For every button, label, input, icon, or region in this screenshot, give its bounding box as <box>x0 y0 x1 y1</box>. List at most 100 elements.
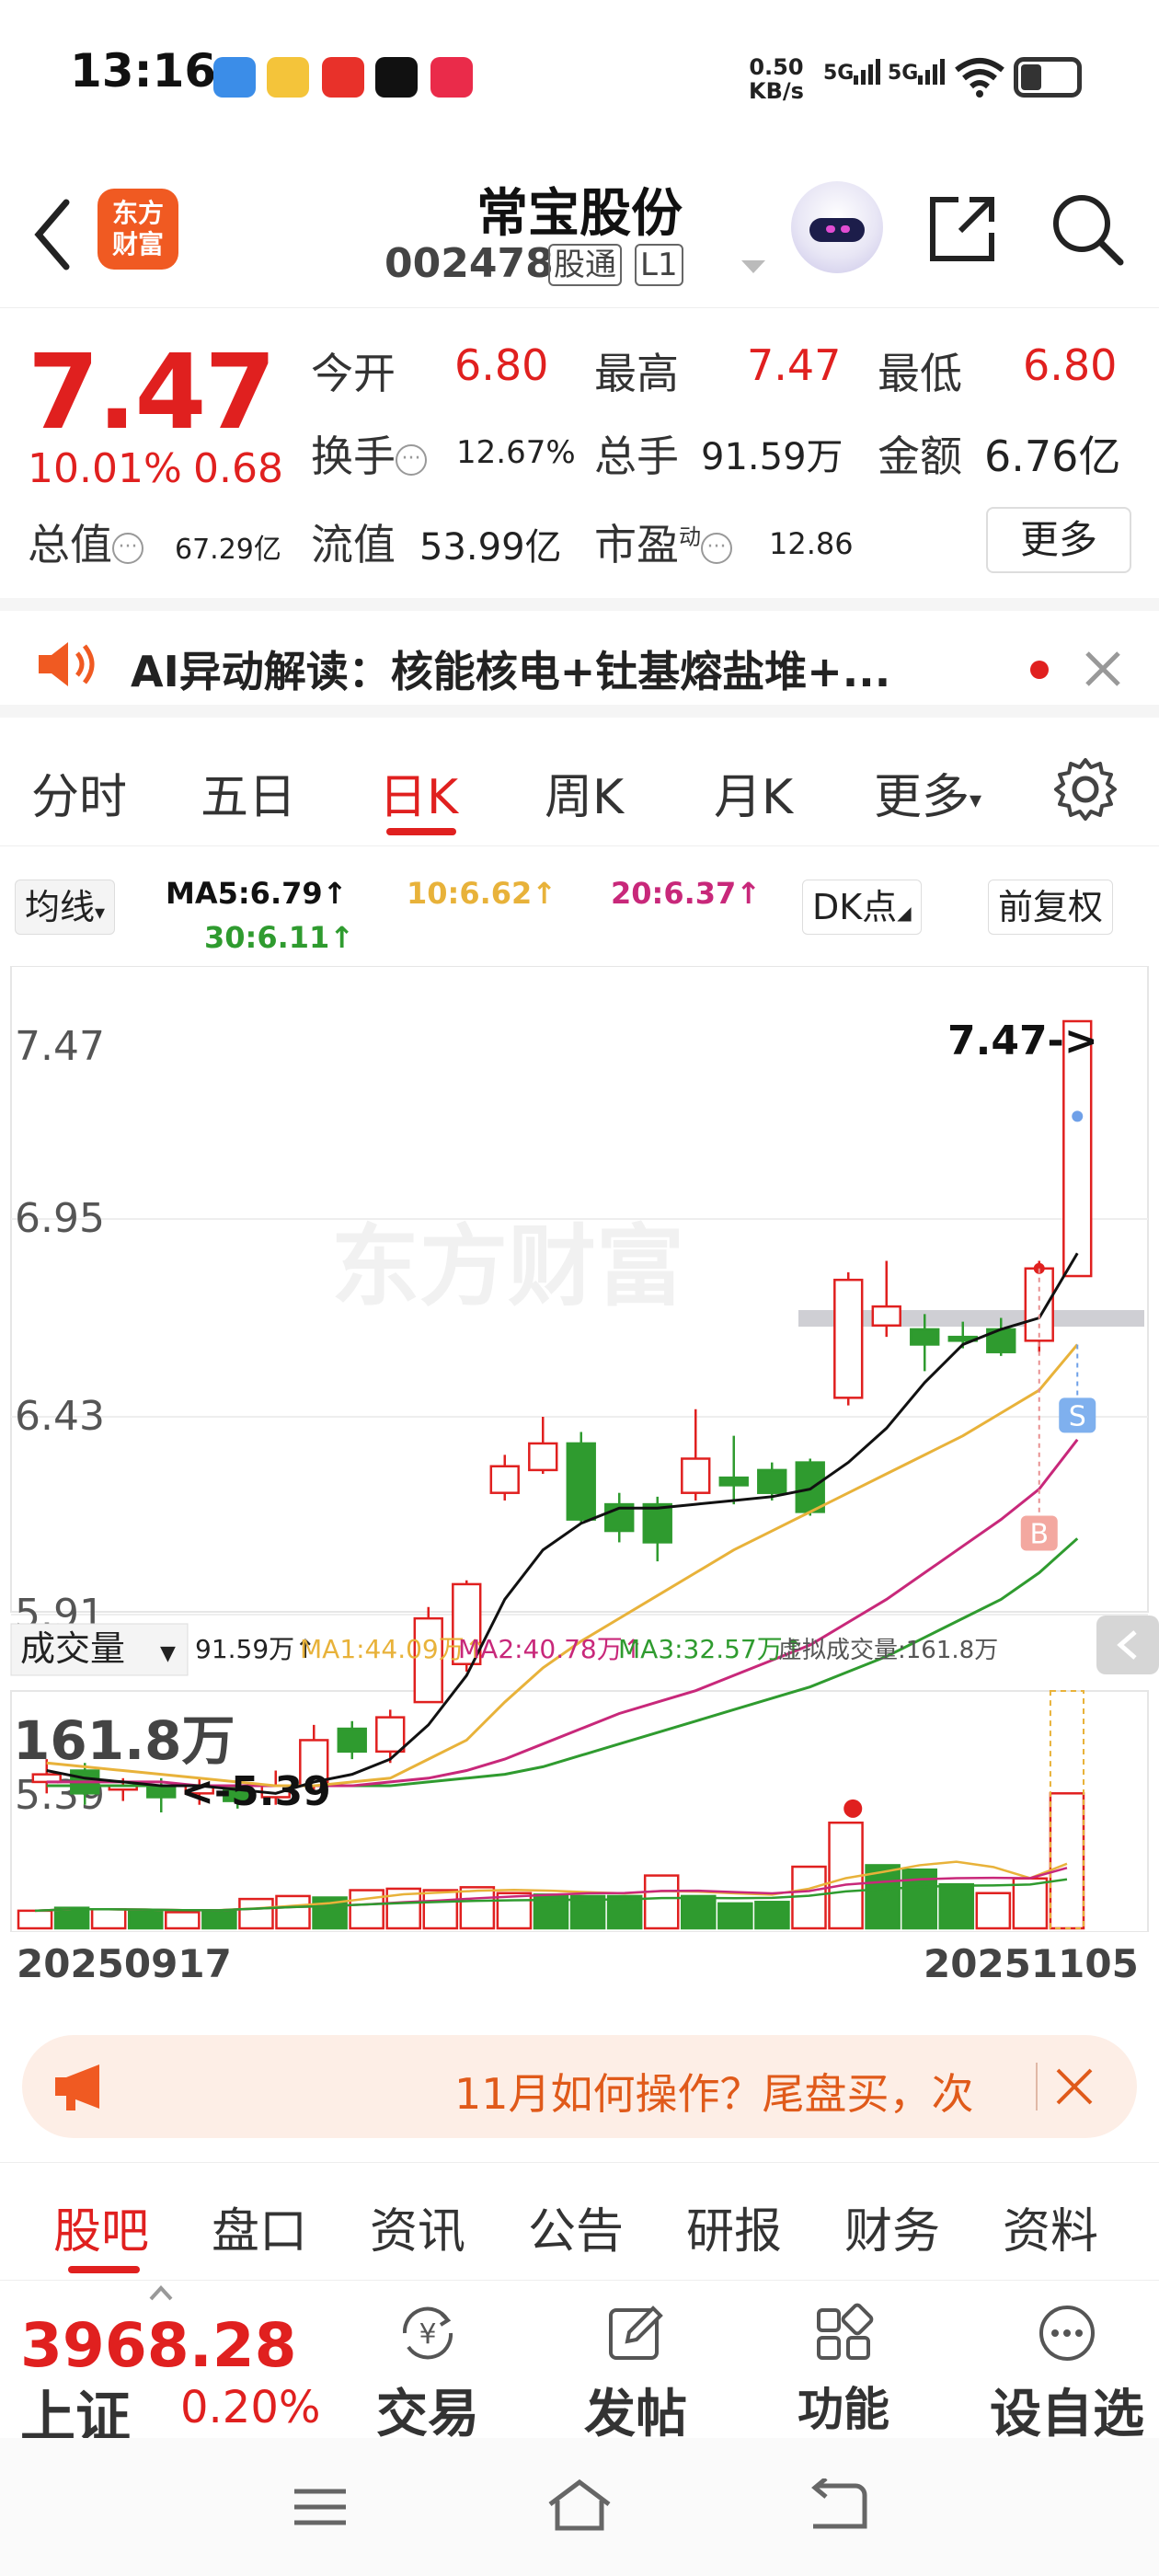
clock: 13:16 <box>70 44 217 98</box>
vma3-label: MA3:32.57万↑ <box>618 1634 804 1664</box>
y-tick-label: 6.43 <box>15 1393 105 1440</box>
function-button[interactable]: 功能 <box>775 2301 912 2439</box>
price-adjust-button[interactable]: 前复权 <box>988 880 1114 935</box>
info-icon[interactable]: ··· <box>396 443 427 476</box>
candle-body <box>910 1328 940 1346</box>
speaker-icon <box>39 642 95 686</box>
info-icon[interactable]: ··· <box>112 532 143 564</box>
search-icon[interactable] <box>1049 190 1126 268</box>
candle-body <box>146 1784 177 1799</box>
volume-bar <box>680 1894 717 1930</box>
volume-bar <box>127 1909 164 1930</box>
tab-research[interactable]: 研报 <box>686 2192 782 2261</box>
add-watchlist-button[interactable]: 设自选 <box>984 2301 1150 2447</box>
grid-apps-icon <box>817 2303 874 2360</box>
ai-insight-bar[interactable]: AI异动解读：核能核电+钍基熔盐堆+... <box>0 598 1159 718</box>
tab-monthly-k[interactable]: 月K <box>714 758 793 827</box>
volume-max-label: 161.8万 <box>13 1709 235 1772</box>
watermark-logo: 东方财富 <box>331 1215 684 1318</box>
volume-value-label: 91.59万↑ <box>195 1634 316 1664</box>
float-cap-value: 53.99亿 <box>419 526 562 569</box>
virtual-volume-label: 虚拟成交量:161.8万 <box>778 1637 998 1664</box>
volume-bar <box>938 1882 975 1930</box>
tab-profile[interactable]: 资料 <box>1003 2192 1098 2261</box>
volume-bar <box>422 1889 459 1930</box>
app-notification-icon <box>322 57 364 98</box>
edit-icon <box>609 2306 663 2360</box>
promo-banner[interactable]: 11月如何操作？尾盘买，次 <box>22 2035 1137 2138</box>
quote-panel: 7.47 10.01% 0.68 今开 6.80 最高 7.47 最低 6.80… <box>0 309 1159 585</box>
system-navigation-bar <box>0 2438 1159 2576</box>
tab-intraday[interactable]: 分时 <box>31 758 127 827</box>
tab-more[interactable]: 更多▾ <box>874 758 981 827</box>
active-tab-indicator <box>68 2266 140 2273</box>
info-icon[interactable]: ··· <box>701 532 732 564</box>
settings-gear-icon[interactable] <box>1050 754 1120 824</box>
divider <box>1036 2063 1038 2110</box>
trade-label: 交易 <box>376 2385 479 2444</box>
app-notification-icon <box>267 57 309 98</box>
ma-legend: 均线▾ MA5:6.79↑ 10:6.62↑ 20:6.37↑ 30:6.11↑… <box>0 856 1159 975</box>
collapse-panel-button[interactable] <box>1096 1616 1159 1674</box>
back-nav-icon[interactable] <box>804 2478 868 2534</box>
volume-bar <box>90 1908 127 1930</box>
volume-bar <box>643 1874 680 1930</box>
signal-dot <box>1072 1110 1084 1122</box>
candle-body <box>871 1305 901 1328</box>
ma10-label: 10:6.62↑ <box>407 876 557 911</box>
ma30-label: 30:6.11↑ <box>204 920 355 955</box>
ma-select[interactable]: 均线▾ <box>15 880 116 935</box>
xiaohongshu-icon <box>430 57 473 98</box>
candle-body <box>566 1442 596 1521</box>
ai-assistant-avatar[interactable] <box>791 181 883 273</box>
pe-value: 12.86 <box>769 526 854 561</box>
menu-icon[interactable] <box>291 2484 350 2530</box>
volume-bar <box>569 1894 606 1930</box>
candle-body <box>718 1476 749 1487</box>
volume-bar <box>717 1902 753 1930</box>
high-label: 最高 <box>594 349 679 398</box>
volume-bar <box>459 1886 496 1930</box>
tab-daily-k[interactable]: 日K <box>379 758 458 827</box>
more-button[interactable]: 更多 <box>986 507 1131 573</box>
index-value: 3968.28 <box>20 2310 297 2381</box>
chevron-down-icon[interactable] <box>738 255 769 279</box>
volume-title: 成交量 <box>20 1628 125 1669</box>
date-start: 20250917 <box>17 1941 232 1986</box>
active-tab-indicator <box>386 828 456 835</box>
tab-five-day[interactable]: 五日 <box>201 758 296 827</box>
low-label: 最低 <box>878 349 962 398</box>
unread-dot <box>1030 661 1049 679</box>
tab-guba[interactable]: 股吧 <box>53 2192 149 2261</box>
post-button[interactable]: 发帖 <box>567 2301 705 2447</box>
kline-chart[interactable]: 7.476.956.435.915.39 东方财富 7.47-><-5.39BS… <box>0 966 1159 1932</box>
close-icon[interactable] <box>1082 648 1124 690</box>
volume-bar <box>275 1894 311 1930</box>
chevron-up-icon <box>149 2285 173 2301</box>
tab-weekly-k[interactable]: 周K <box>545 758 624 827</box>
volume-bar <box>1049 1792 1085 1930</box>
mktcap-value: 67.29亿 <box>175 534 281 566</box>
share-icon[interactable] <box>924 190 1001 268</box>
home-icon[interactable] <box>545 2477 614 2534</box>
status-bar: 13:16 0.50 KB/s 5G 5G <box>0 0 1159 152</box>
float-cap-label: 流值 <box>311 520 396 569</box>
dk-point-button[interactable]: DK点◢ <box>802 880 922 935</box>
candle-body <box>833 1278 864 1399</box>
yen-exchange-icon: ¥ <box>402 2306 453 2360</box>
tab-news[interactable]: 资讯 <box>370 2192 465 2261</box>
change-percent: 10.01% <box>28 445 182 492</box>
watchlist-label: 设自选 <box>990 2385 1144 2444</box>
turnover-label: 换手 ··· <box>311 423 427 484</box>
volume-bar <box>17 1909 53 1930</box>
signal-icon: 5G <box>888 57 947 85</box>
tab-pankou[interactable]: 盘口 <box>212 2192 307 2261</box>
candle-body <box>528 1442 558 1472</box>
mktcap-label: 总值 ··· <box>28 512 143 572</box>
tab-finance[interactable]: 财务 <box>844 2192 940 2261</box>
volume-bar <box>349 1889 384 1930</box>
trade-button[interactable]: ¥ 交易 <box>359 2301 497 2447</box>
ai-insight-text: AI异动解读：核能核电+钍基熔盐堆+... <box>131 647 891 696</box>
tab-announcements[interactable]: 公告 <box>528 2192 624 2261</box>
close-icon[interactable] <box>1054 2066 1095 2107</box>
